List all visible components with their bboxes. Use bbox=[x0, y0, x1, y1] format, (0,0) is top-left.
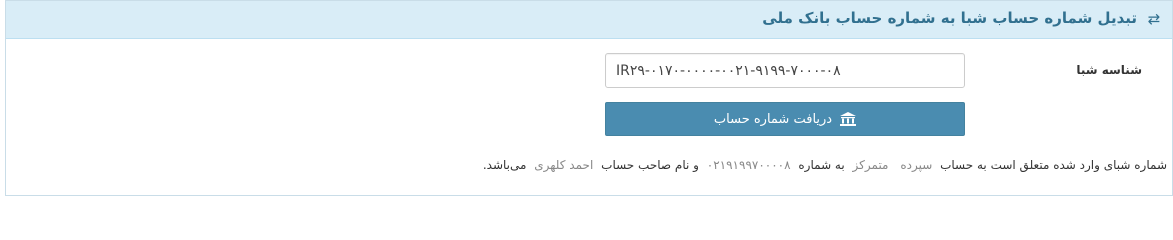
submit-label: دریافت شماره حساب bbox=[713, 111, 833, 127]
result-message: شماره شبای وارد شده متعلق است به حساب سپ… bbox=[483, 158, 1167, 172]
result-text-3: و نام صاحب حساب bbox=[601, 158, 699, 172]
result-text-1: شماره شبای وارد شده متعلق است به حساب bbox=[940, 158, 1167, 172]
owner-name: احمد کلهری bbox=[534, 158, 594, 172]
converter-panel: ⇄ تبدیل شماره حساب شبا به شماره حساب بان… bbox=[5, 0, 1173, 196]
account-kind: متمرکز bbox=[852, 158, 889, 172]
get-account-number-button[interactable]: دریافت شماره حساب bbox=[605, 102, 965, 136]
account-number: ۰۲۱۹۱۹۹۷۰۰۰۰۸ bbox=[706, 158, 791, 172]
iban-label: شناسه شبا bbox=[1076, 63, 1142, 77]
bank-icon bbox=[840, 112, 857, 126]
result-text-2: به شماره bbox=[798, 158, 845, 172]
iban-input[interactable] bbox=[605, 53, 965, 88]
page-title: تبدیل شماره حساب شبا به شماره حساب بانک … bbox=[762, 9, 1137, 27]
exchange-arrows-icon: ⇄ bbox=[1147, 10, 1161, 28]
result-text-4: می‌باشد. bbox=[482, 158, 527, 172]
account-type: سپرده bbox=[900, 158, 933, 172]
panel-header: ⇄ تبدیل شماره حساب شبا به شماره حساب بان… bbox=[6, 1, 1172, 39]
